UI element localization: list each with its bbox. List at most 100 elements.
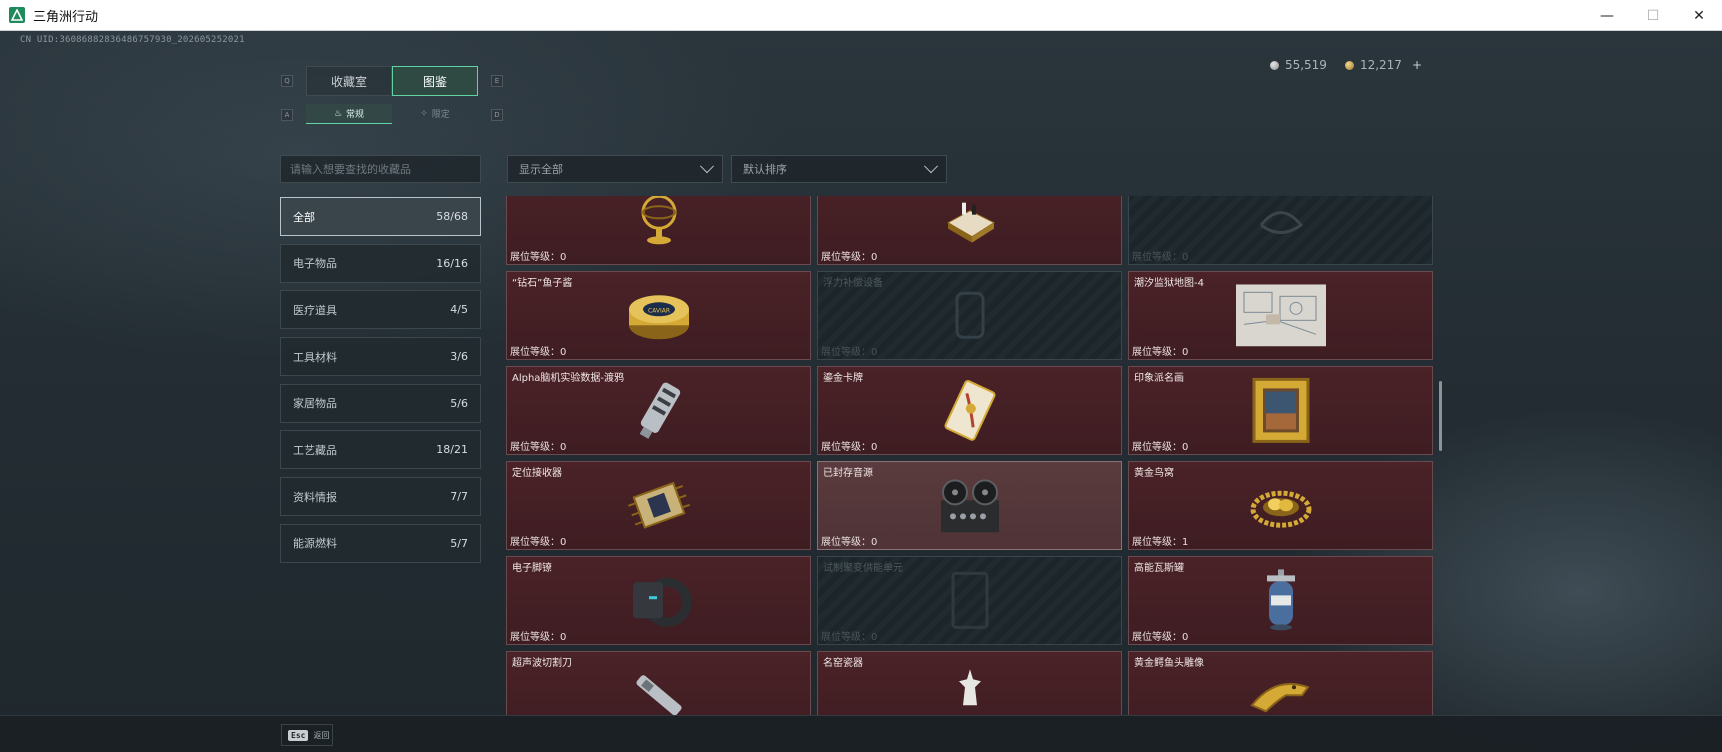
card-level: 展位等级：1	[1132, 533, 1188, 548]
collection-card[interactable]: 电子脚镣 展位等级：0	[506, 556, 811, 645]
card-level: 展位等级：0	[821, 533, 877, 548]
collection-card[interactable]: 高能瓦斯罐 展位等级：0	[1128, 556, 1433, 645]
collection-card[interactable]: 黄金鳄鱼头雕像	[1128, 651, 1433, 716]
category-count: 58/68	[436, 210, 468, 223]
category-label: 医疗道具	[293, 303, 337, 317]
card-title: 已封存音源	[823, 468, 873, 479]
card-level-value: 0	[560, 347, 567, 358]
collection-card[interactable]: 名窑瓷器	[817, 651, 1122, 716]
bottom-bar: Esc 返回	[0, 715, 1722, 752]
category-medical[interactable]: 医疗道具 4/5	[280, 290, 481, 330]
card-title: 试制聚变供能单元	[823, 563, 903, 574]
esc-key-badge: Esc	[288, 729, 309, 741]
card-level-label: 展位等级：	[821, 442, 871, 453]
subtab-limited-label: 限定	[431, 110, 450, 120]
category-label: 能源燃料	[293, 537, 337, 551]
card-level: 展位等级：0	[510, 438, 566, 453]
key-hint-q: Q	[281, 75, 293, 87]
buoyancy-device-icon	[945, 285, 995, 349]
framed-painting-icon	[1252, 377, 1310, 447]
tab-collection-room[interactable]: 收藏室	[306, 66, 392, 96]
card-level: 展位等级：0	[1132, 438, 1188, 453]
maximize-button[interactable]: ☐	[1630, 0, 1676, 31]
card-level: 展位等级：0	[821, 628, 877, 643]
card-title: 浮力补偿设备	[823, 278, 883, 289]
card-level-label: 展位等级：	[510, 632, 560, 643]
collection-card[interactable]: 黄金鸟窝展位等级：1	[1128, 461, 1433, 550]
collection-card[interactable]: 展位等级：0	[1128, 196, 1433, 265]
subtab-regular-label: 常规	[346, 110, 365, 120]
card-title: 潮汐监狱地图-4	[1134, 278, 1204, 289]
back-button[interactable]: Esc 返回	[281, 724, 333, 746]
search-input[interactable]	[280, 155, 481, 183]
category-label: 家居物品	[293, 397, 337, 411]
scrollbar-thumb[interactable]	[1439, 381, 1442, 451]
card-title: 鎏金卡牌	[823, 373, 863, 384]
card-level-value: 0	[871, 252, 878, 263]
chevron-down-icon	[699, 159, 715, 174]
card-title: 超声波切割刀	[512, 658, 572, 669]
card-level-value: 0	[560, 537, 567, 548]
card-level: 展位等级：0	[821, 248, 877, 263]
display-filter-dropdown[interactable]: 显示全部	[507, 155, 723, 183]
card-level-value: 0	[560, 442, 567, 453]
category-tools[interactable]: 工具材料 3/6	[280, 337, 481, 377]
card-level-label: 展位等级：	[510, 442, 560, 453]
category-label: 全部	[293, 210, 315, 224]
collection-card[interactable]: 已封存音源展位等级：0	[817, 461, 1122, 550]
cutter-icon	[629, 665, 689, 716]
data-device-icon	[629, 378, 689, 446]
card-level-label: 展位等级：	[821, 347, 871, 358]
category-home[interactable]: 家居物品 5/6	[280, 383, 481, 423]
tab-catalog[interactable]: 图鉴	[392, 66, 478, 96]
category-count: 4/5	[450, 303, 468, 317]
key-hint-a: A	[281, 109, 293, 121]
card-level-value: 0	[560, 632, 567, 643]
sort-dropdown[interactable]: 默认排序	[731, 155, 947, 183]
category-all[interactable]: 全部 58/68	[280, 197, 481, 236]
card-title: Alpha脑机实验数据-渡鸦	[512, 373, 625, 384]
category-electronics[interactable]: 电子物品 16/16	[280, 243, 481, 283]
card-level-label: 展位等级：	[1132, 632, 1182, 643]
map-icon	[1235, 283, 1326, 350]
collection-card[interactable]: 展位等级：0	[506, 196, 811, 265]
category-intel[interactable]: 资料情报 7/7	[280, 477, 481, 517]
collection-card[interactable]: 浮力补偿设备 展位等级：0	[817, 271, 1122, 360]
window-title: 三角洲行动	[33, 9, 99, 25]
collection-card[interactable]: Alpha脑机实验数据-渡鸦 展位等级：0	[506, 366, 811, 455]
card-level: 展位等级：0	[510, 248, 566, 263]
collection-card[interactable]: 潮汐监狱地图-4 展位等级：0	[1128, 271, 1433, 360]
add-currency-button[interactable]: +	[1412, 58, 1422, 72]
subtab-regular[interactable]: ♨ 常规	[306, 104, 392, 124]
category-count: 7/7	[450, 490, 468, 504]
gas-canister-icon	[1259, 567, 1303, 637]
category-crafts[interactable]: 工艺藏品 18/21	[280, 430, 481, 470]
subtab-limited[interactable]: ✧ 限定	[392, 104, 478, 124]
main-tabs: 收藏室 图鉴	[306, 66, 478, 96]
card-title: 定位接收器	[512, 468, 562, 479]
gilded-card-icon	[940, 378, 1000, 446]
collection-card[interactable]: 超声波切割刀	[506, 651, 811, 716]
collection-card[interactable]: 展位等级：0	[817, 196, 1122, 265]
gold-currency[interactable]: 12,217 +	[1344, 58, 1422, 72]
collection-card[interactable]: 鎏金卡牌展位等级：0	[817, 366, 1122, 455]
silver-coin-icon	[1269, 60, 1279, 70]
card-level-label: 展位等级：	[510, 252, 560, 263]
category-label: 资料情报	[293, 490, 337, 504]
card-title: “钻石”鱼子酱	[512, 278, 573, 289]
card-level: 展位等级：0	[510, 533, 566, 548]
card-title: 黄金鸟窝	[1134, 468, 1174, 479]
close-button[interactable]: ✕	[1676, 0, 1722, 31]
uid-label: CN UID:360868828364867579​30_20260525202…	[20, 35, 245, 45]
category-energy[interactable]: 能源燃料 5/7	[280, 523, 481, 563]
window-titlebar: 三角洲行动 — ☐ ✕	[0, 0, 1722, 31]
tape-recorder-icon	[935, 474, 1005, 540]
card-level-value: 0	[871, 442, 878, 453]
minimize-button[interactable]: —	[1584, 0, 1630, 31]
collection-card[interactable]: 印象派名画 展位等级：0	[1128, 366, 1433, 455]
collection-card[interactable]: “钻石”鱼子酱 CAVIAR 展位等级：0	[506, 271, 811, 360]
collection-card[interactable]: 定位接收器展位等级：0	[506, 461, 811, 550]
category-count: 18/21	[436, 443, 468, 457]
fusion-unit-icon	[945, 567, 995, 637]
collection-card[interactable]: 试制聚变供能单元展位等级：0	[817, 556, 1122, 645]
